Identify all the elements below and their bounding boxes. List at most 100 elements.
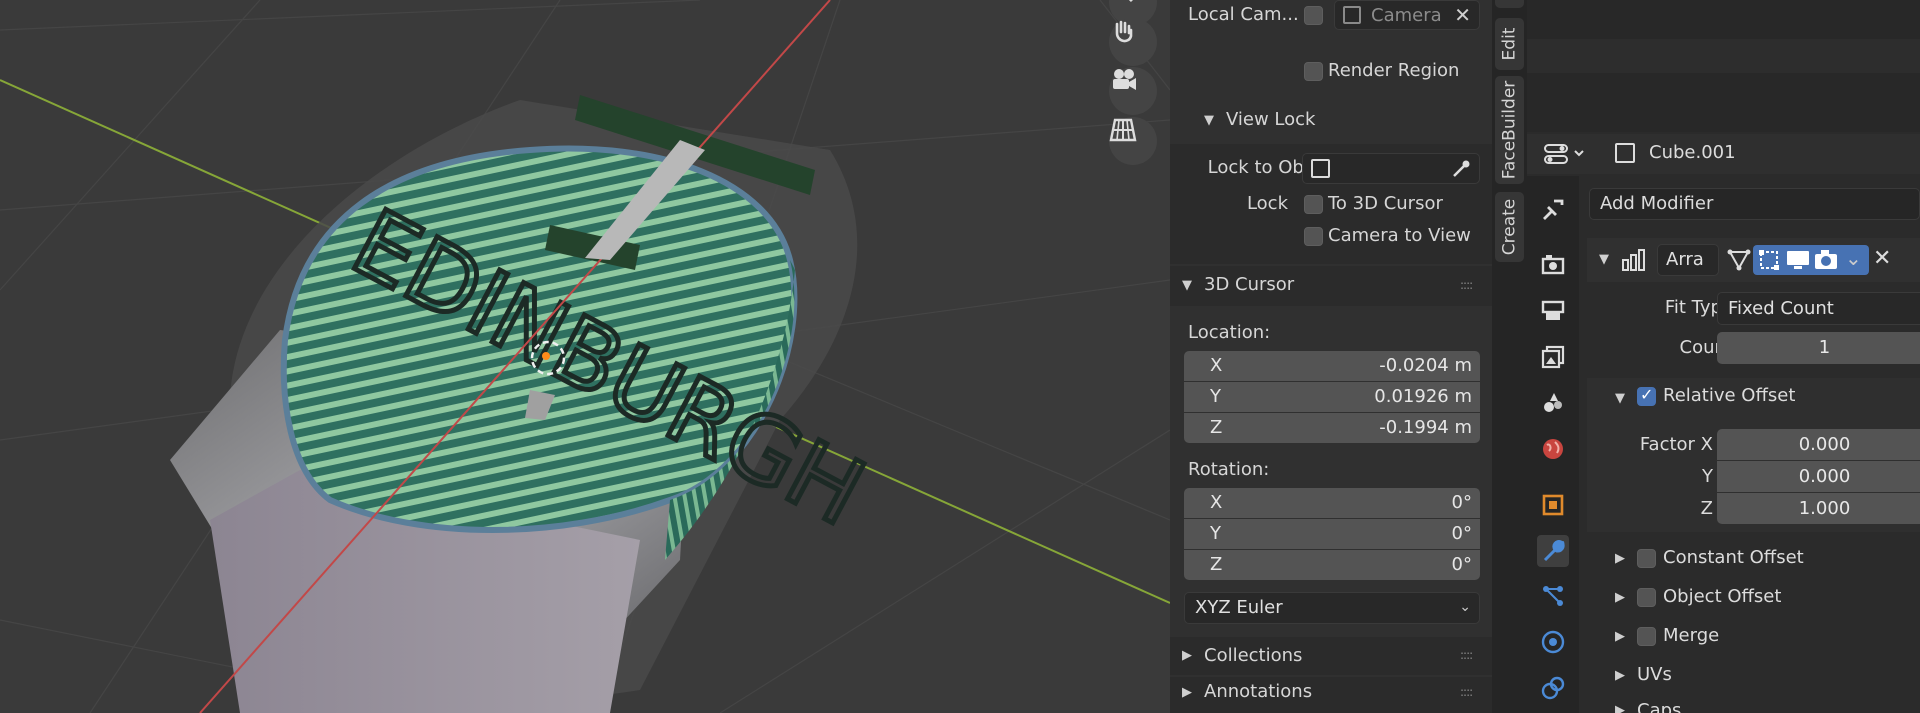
tool-icon[interactable] [1537, 194, 1569, 226]
chevron-right-icon[interactable]: ▶ [1615, 668, 1625, 683]
axis-label: Z [1210, 417, 1223, 438]
tab-edit[interactable]: Edit [1495, 18, 1524, 70]
drag-handle-icon[interactable]: :::: [1460, 278, 1473, 292]
lock-to-object-field[interactable] [1302, 153, 1480, 184]
drag-handle-icon[interactable]: :::: [1460, 685, 1473, 699]
object-properties-icon[interactable] [1537, 489, 1569, 521]
tab-view[interactable] [1495, 0, 1524, 8]
camera-field[interactable]: Camera ✕ [1334, 0, 1480, 30]
camera-to-view-label: Camera to View [1328, 225, 1471, 246]
3d-cursor-header-label: 3D Cursor [1204, 274, 1295, 295]
rotation-mode-select[interactable]: XYZ Euler ⌄ [1184, 592, 1480, 624]
object-icon [1615, 143, 1635, 163]
3d-viewport[interactable]: EDINBURGH [0, 0, 1170, 713]
fit-type-value: Fixed Count [1728, 298, 1834, 319]
constant-offset-checkbox[interactable] [1637, 549, 1656, 568]
axis-value: 0° [1451, 554, 1472, 575]
editor-type-button[interactable] [1543, 141, 1589, 167]
cage-icon[interactable] [1757, 248, 1781, 272]
location-y-field[interactable]: Y 0.01926 m [1184, 382, 1480, 412]
relative-offset-checkbox[interactable] [1637, 385, 1656, 406]
rotation-mode-value: XYZ Euler [1195, 597, 1283, 618]
scene-icon[interactable] [1537, 387, 1569, 419]
view-lock-chevron-down-icon[interactable]: ▼ [1204, 113, 1214, 128]
camera-icon[interactable] [1109, 67, 1157, 115]
view-layer-icon[interactable] [1537, 341, 1569, 373]
chevron-right-icon[interactable]: ▶ [1615, 703, 1625, 713]
object-offset-checkbox[interactable] [1637, 588, 1656, 607]
merge-label: Merge [1663, 625, 1720, 646]
rotation-x-field[interactable]: X 0° [1184, 488, 1480, 518]
eyedropper-icon[interactable] [1451, 159, 1471, 179]
chevron-down-icon[interactable]: ▼ [1599, 252, 1609, 267]
merge-checkbox[interactable] [1637, 627, 1656, 646]
axis-value: 0° [1451, 523, 1472, 544]
object-name: Cube.001 [1649, 142, 1736, 163]
render-icon[interactable] [1537, 249, 1569, 281]
view-lock-header[interactable]: View Lock [1226, 109, 1315, 130]
chevron-down-icon[interactable]: ⌄ [1845, 246, 1862, 270]
3d-cursor-panel-header[interactable]: ▼ 3D Cursor :::: [1170, 266, 1492, 306]
render-region-label: Render Region [1328, 60, 1460, 81]
properties-header: Cube.001 [1527, 134, 1920, 174]
array-modifier-header: ▼ Arra ⌄ ✕ [1587, 238, 1920, 282]
sidebar-n-panel: Local Cam... Camera ✕ Render Region ▼ Vi… [1170, 0, 1492, 713]
caps-label: Caps [1637, 700, 1682, 713]
local-camera-checkbox[interactable] [1304, 6, 1323, 25]
clear-icon[interactable]: ✕ [1454, 3, 1471, 27]
modifier-name-field[interactable]: Arra [1657, 244, 1719, 276]
object-icon [1311, 159, 1330, 178]
grid-icon[interactable] [1109, 117, 1157, 165]
render-camera-icon[interactable] [1813, 248, 1839, 272]
axis-label: Y [1210, 386, 1221, 407]
axis-value: 0.01926 m [1374, 386, 1472, 407]
remove-modifier-close-icon[interactable]: ✕ [1873, 246, 1891, 271]
output-icon[interactable] [1537, 295, 1569, 327]
modifier-wrench-icon[interactable] [1537, 535, 1569, 567]
edit-mode-icon[interactable] [1727, 248, 1751, 272]
to-3d-cursor-checkbox[interactable] [1304, 195, 1323, 214]
fit-type-select[interactable]: Fixed Count [1717, 292, 1920, 325]
world-icon[interactable] [1537, 433, 1569, 465]
tab-create[interactable]: Create [1495, 192, 1524, 262]
axis-value: -0.1994 m [1379, 417, 1472, 438]
drag-handle-icon[interactable]: :::: [1460, 648, 1473, 662]
tab-label: Edit [1499, 27, 1520, 61]
rotation-z-field[interactable]: Z 0° [1184, 550, 1480, 580]
factor-z-field[interactable]: 1.000 [1717, 493, 1920, 524]
annotations-panel-header[interactable]: ▶ Annotations :::: [1170, 677, 1492, 713]
factor-x-label: Factor X [1639, 434, 1713, 455]
add-modifier-button[interactable]: Add Modifier [1589, 188, 1920, 220]
particles-icon[interactable] [1537, 580, 1569, 612]
location-x-field[interactable]: X -0.0204 m [1184, 351, 1480, 381]
factor-y-label: Y [1702, 466, 1713, 487]
factor-x-field[interactable]: 0.000 [1717, 429, 1920, 460]
viewport-scene: EDINBURGH [0, 0, 1170, 713]
collections-label: Collections [1204, 645, 1303, 666]
rotation-label: Rotation: [1188, 459, 1270, 480]
chevron-right-icon[interactable]: ▶ [1615, 590, 1625, 605]
physics-icon[interactable] [1537, 626, 1569, 658]
outliner-area [1527, 0, 1920, 132]
render-region-checkbox[interactable] [1304, 62, 1323, 81]
to-3d-cursor-label: To 3D Cursor [1328, 193, 1443, 214]
uvs-label: UVs [1637, 664, 1672, 685]
camera-to-view-checkbox[interactable] [1304, 227, 1323, 246]
location-label: Location: [1188, 322, 1271, 343]
modifier-name-value: Arra [1666, 249, 1704, 270]
axis-label: X [1210, 492, 1223, 513]
chevron-right-icon[interactable]: ▶ [1615, 551, 1625, 566]
tab-facebuilder[interactable]: FaceBuilder [1495, 76, 1524, 184]
hand-icon[interactable] [1109, 18, 1157, 66]
count-field[interactable]: 1 [1717, 332, 1920, 364]
chevron-right-icon[interactable]: ▶ [1615, 629, 1625, 644]
location-z-field[interactable]: Z -0.1994 m [1184, 413, 1480, 443]
collections-panel-header[interactable]: ▶ Collections :::: [1170, 637, 1492, 675]
realtime-display-icon[interactable] [1785, 248, 1811, 272]
factor-y-field[interactable]: 0.000 [1717, 461, 1920, 492]
constraints-icon[interactable] [1537, 672, 1569, 704]
rotation-y-field[interactable]: Y 0° [1184, 519, 1480, 549]
sidebar-tabs: Edit FaceBuilder Create [1492, 0, 1527, 713]
chevron-down-icon[interactable]: ▼ [1615, 391, 1625, 406]
local-camera-label: Local Cam... [1188, 4, 1299, 25]
